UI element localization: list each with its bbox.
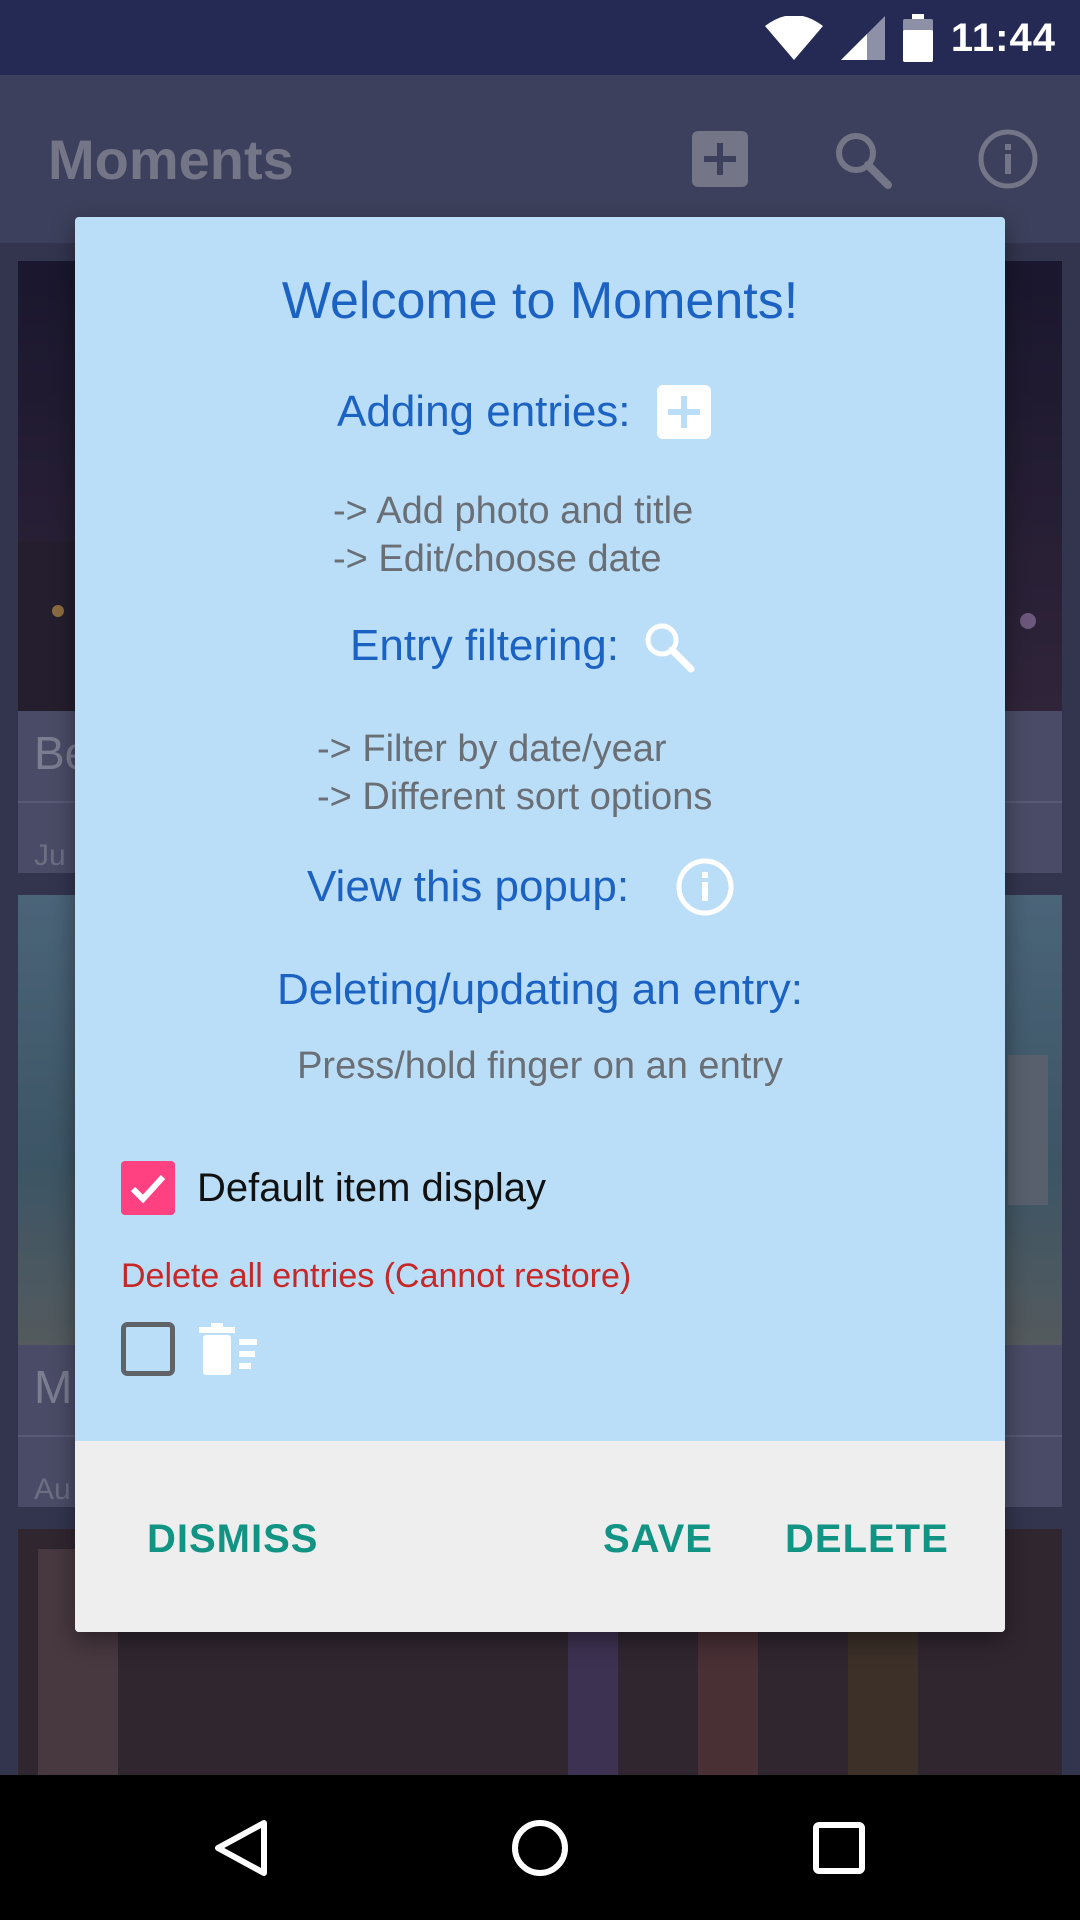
adding-entries-heading: Adding entries:	[337, 387, 631, 436]
filtering-heading: Entry filtering:	[350, 621, 619, 670]
filtering-instructions: -> Filter by date/year -> Different sort…	[317, 725, 712, 821]
delete-sweep-icon	[199, 1323, 257, 1375]
deleting-heading: Deleting/updating an entry:	[277, 965, 803, 1014]
add-box-icon	[656, 385, 711, 439]
instruction-line: -> Add photo and title	[333, 490, 694, 532]
delete-all-option[interactable]	[121, 1322, 263, 1376]
view-popup-row: View this popup:	[307, 857, 735, 917]
search-icon	[645, 623, 695, 673]
navigation-bar	[0, 1775, 1080, 1920]
default-display-label: Default item display	[197, 1165, 547, 1210]
adding-instructions: -> Add photo and title -> Edit/choose da…	[333, 487, 693, 583]
dialog-actions: DISMISS SAVE DELETE	[75, 1441, 1005, 1632]
delete-button[interactable]: DELETE	[785, 1517, 949, 1562]
instruction-line: -> Edit/choose date	[333, 538, 662, 580]
status-time: 11:44	[950, 15, 1056, 60]
checkbox-unchecked[interactable]	[121, 1322, 175, 1376]
info-icon	[676, 858, 734, 916]
wifi-icon	[764, 16, 823, 60]
instruction-line: -> Different sort options	[317, 776, 713, 818]
recents-icon[interactable]	[806, 1815, 872, 1881]
signal-icon	[840, 16, 885, 60]
filtering-row: Entry filtering:	[350, 619, 695, 673]
view-popup-heading: View this popup:	[307, 862, 630, 911]
status-bar: 11:44	[0, 0, 1080, 75]
home-icon[interactable]	[507, 1815, 573, 1881]
adding-entries-row: Adding entries:	[337, 385, 711, 439]
dialog-title: Welcome to Moments!	[281, 272, 799, 330]
checkbox-checked[interactable]	[121, 1161, 175, 1215]
back-icon[interactable]	[208, 1815, 274, 1881]
welcome-dialog: Welcome to Moments! Adding entries: -> A…	[75, 217, 1005, 1632]
save-button[interactable]: SAVE	[603, 1517, 713, 1562]
deleting-instruction: Press/hold finger on an entry	[297, 1045, 783, 1087]
delete-all-warning: Delete all entries (Cannot restore)	[121, 1257, 632, 1295]
instruction-line: -> Filter by date/year	[317, 728, 667, 770]
status-icons: 11:44	[764, 12, 1056, 64]
battery-icon	[902, 14, 933, 62]
dismiss-button[interactable]: DISMISS	[147, 1517, 318, 1562]
default-display-option[interactable]: Default item display	[121, 1161, 546, 1215]
